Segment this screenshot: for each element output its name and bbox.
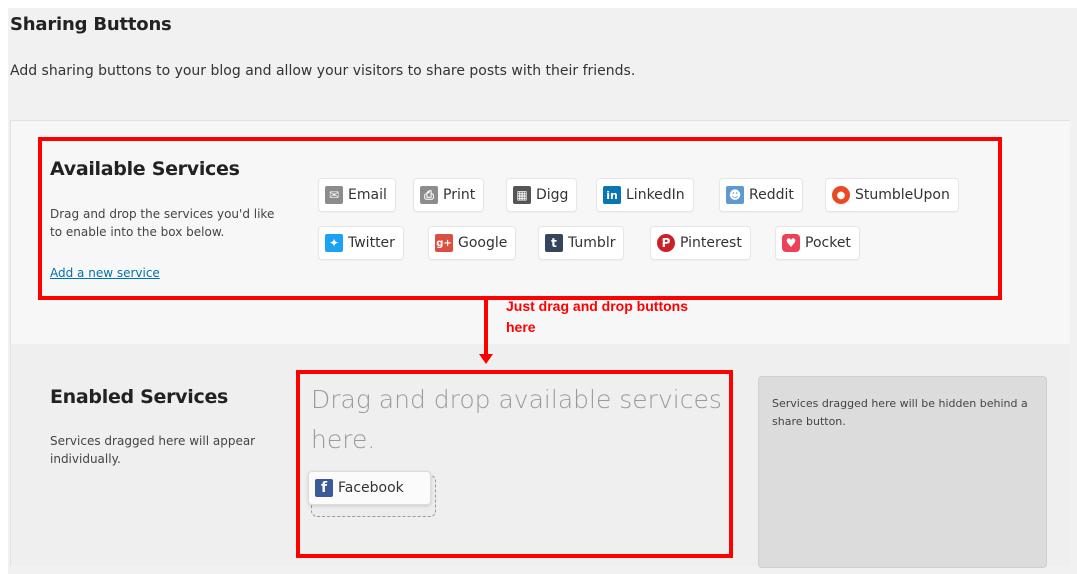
drop-zone-callout — [296, 370, 733, 558]
annotation-text: Just drag and drop buttons here — [506, 296, 688, 338]
page-description: Add sharing buttons to your blog and all… — [10, 63, 636, 79]
callout-arrow — [484, 296, 488, 356]
annotation-line-2: here — [506, 319, 536, 335]
annotation-line-1: Just drag and drop buttons — [506, 298, 688, 314]
enabled-services-title: Enabled Services — [50, 386, 229, 408]
available-services-callout — [38, 137, 1002, 300]
page-title: Sharing Buttons — [10, 14, 172, 35]
enabled-services-description: Services dragged here will appear indivi… — [50, 434, 256, 466]
callout-arrow-head — [479, 354, 493, 364]
hidden-services-description: Services dragged here will be hidden beh… — [772, 397, 1028, 428]
